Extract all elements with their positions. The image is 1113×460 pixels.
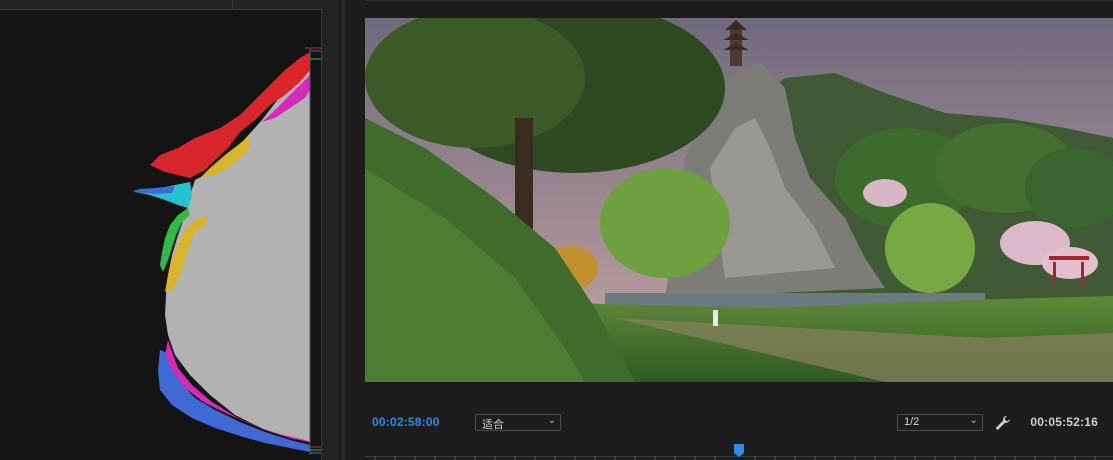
chevron-down-icon: ⌄	[547, 415, 556, 426]
current-timecode[interactable]: 00:02:58:00	[372, 415, 440, 429]
time-ruler[interactable]	[365, 444, 1113, 460]
monitor-header-divider	[365, 0, 1113, 1]
playhead-marker-icon[interactable]	[734, 444, 744, 458]
video-preview[interactable]	[365, 18, 1113, 382]
histogram-scope	[0, 9, 322, 460]
panel-header-divider	[232, 0, 233, 9]
chevron-down-icon: ⌄	[969, 415, 978, 426]
playback-resolution-value: 1/2	[904, 416, 920, 428]
zoom-level-select[interactable]: 适合 ⌄	[475, 414, 561, 431]
zoom-level-value: 适合	[482, 419, 504, 431]
histogram-graph	[132, 47, 321, 455]
program-monitor: 00:02:58:00 适合 ⌄ 1/2 ⌄ 00:05:52:16	[345, 0, 1113, 460]
histogram-cyan-band	[135, 182, 192, 208]
duration-timecode: 00:05:52:16	[1030, 415, 1098, 429]
histogram-blue-spike	[132, 186, 175, 194]
wrench-icon[interactable]	[995, 415, 1011, 431]
premiere-workspace: 00:02:58:00 适合 ⌄ 1/2 ⌄ 00:05:52:16	[0, 0, 1113, 460]
playback-resolution-select[interactable]: 1/2 ⌄	[897, 414, 983, 431]
video-frame-image	[365, 18, 1113, 382]
lumetri-scopes-panel	[0, 0, 342, 460]
monitor-controls-bar: 00:02:58:00 适合 ⌄ 1/2 ⌄ 00:05:52:16	[345, 410, 1113, 436]
